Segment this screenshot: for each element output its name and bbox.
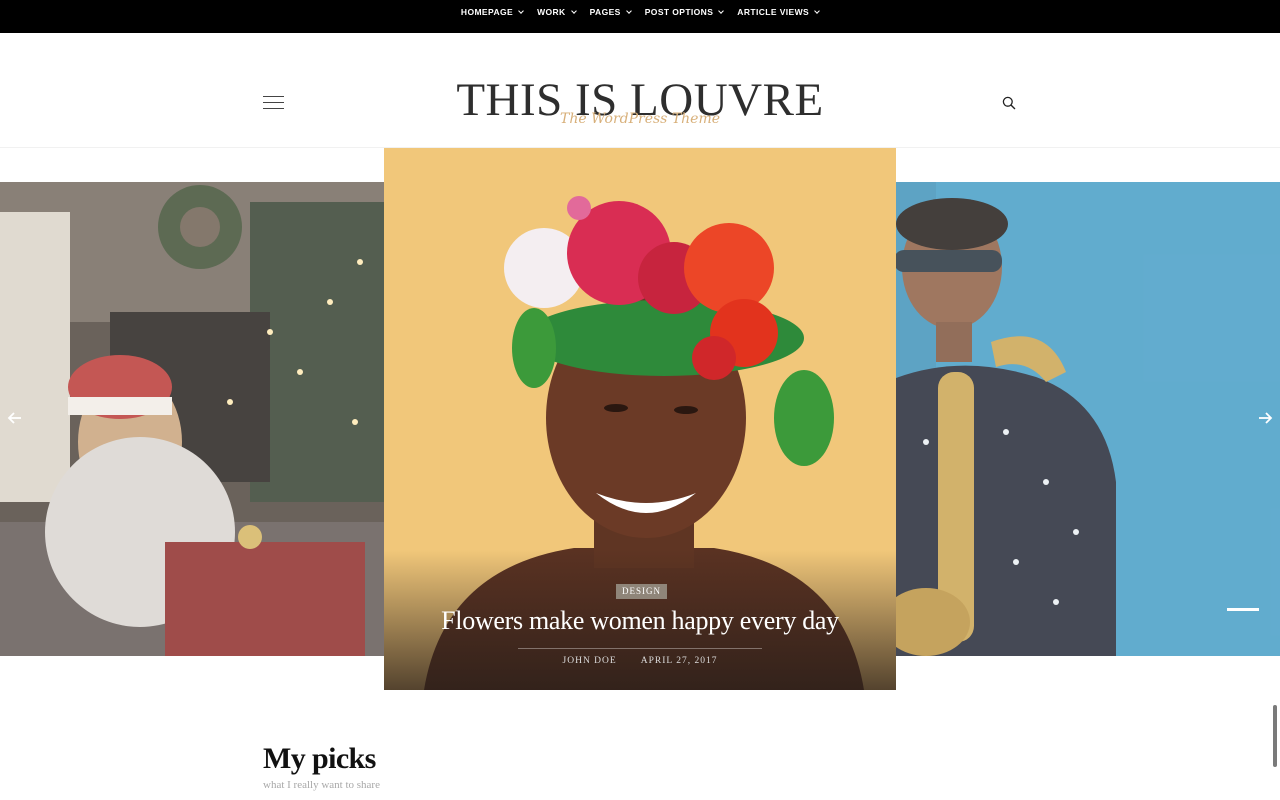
nav-item-work[interactable]: WORK: [537, 7, 577, 17]
post-meta: JOHN DOE APRIL 27, 2017: [384, 656, 896, 666]
top-navigation-bar: HOMEPAGE WORK PAGES POST OPTIONS ARTICLE…: [0, 0, 1280, 33]
logo-subtitle: The WordPress Theme: [559, 111, 721, 127]
site-header: THIS IS LOUVRE The WordPress Theme: [0, 33, 1280, 160]
search-icon: [1002, 96, 1016, 110]
nav-item-pages[interactable]: PAGES: [589, 7, 632, 17]
hamburger-line: [263, 108, 284, 109]
main-menu: HOMEPAGE WORK PAGES POST OPTIONS ARTICLE…: [0, 0, 1280, 24]
hamburger-line: [263, 102, 284, 103]
arrow-left-icon: [7, 412, 21, 424]
category-badge[interactable]: DESIGN: [616, 584, 667, 599]
chevron-down-icon: [718, 7, 725, 14]
chevron-down-icon: [625, 7, 632, 14]
chevron-down-icon: [570, 7, 577, 14]
chevron-down-icon: [518, 7, 524, 14]
post-author[interactable]: JOHN DOE: [563, 656, 617, 666]
nav-item-post-options[interactable]: POST OPTIONS: [644, 7, 725, 17]
slide-active[interactable]: DESIGN Flowers make women happy every da…: [384, 148, 896, 690]
slide-next[interactable]: [896, 182, 1280, 656]
slide-title[interactable]: Flowers make women happy every day: [384, 606, 896, 636]
chevron-down-icon: [814, 7, 820, 14]
slide-dim-overlay: [0, 182, 384, 656]
nav-item-article-views[interactable]: ARTICLE VIEWS: [737, 7, 820, 17]
section-subtitle: what I really want to share: [263, 779, 380, 791]
title-divider: [518, 648, 762, 649]
slide-previous[interactable]: [0, 182, 384, 656]
slider-next-button[interactable]: [1257, 410, 1273, 426]
slide-indicator[interactable]: [1227, 608, 1259, 611]
featured-slider: DESIGN Flowers make women happy every da…: [0, 148, 1280, 690]
search-button[interactable]: [1002, 96, 1016, 110]
hamburger-line: [263, 96, 284, 97]
section-title: My picks: [263, 742, 376, 775]
arrow-right-icon: [1259, 412, 1273, 424]
nav-label: WORK: [537, 7, 566, 17]
nav-item-homepage[interactable]: HOMEPAGE: [460, 7, 524, 17]
nav-label: HOMEPAGE: [460, 7, 514, 17]
slider-prev-button[interactable]: [7, 410, 23, 426]
nav-label: PAGES: [589, 7, 621, 17]
scrollbar-thumb[interactable]: [1273, 705, 1277, 767]
post-date: APRIL 27, 2017: [640, 656, 718, 666]
hamburger-menu-button[interactable]: [263, 95, 285, 111]
site-logo[interactable]: THIS IS LOUVRE The WordPress Theme: [440, 75, 840, 160]
nav-label: POST OPTIONS: [644, 7, 714, 17]
nav-label: ARTICLE VIEWS: [737, 7, 810, 17]
slide-dim-overlay: [896, 182, 1280, 656]
